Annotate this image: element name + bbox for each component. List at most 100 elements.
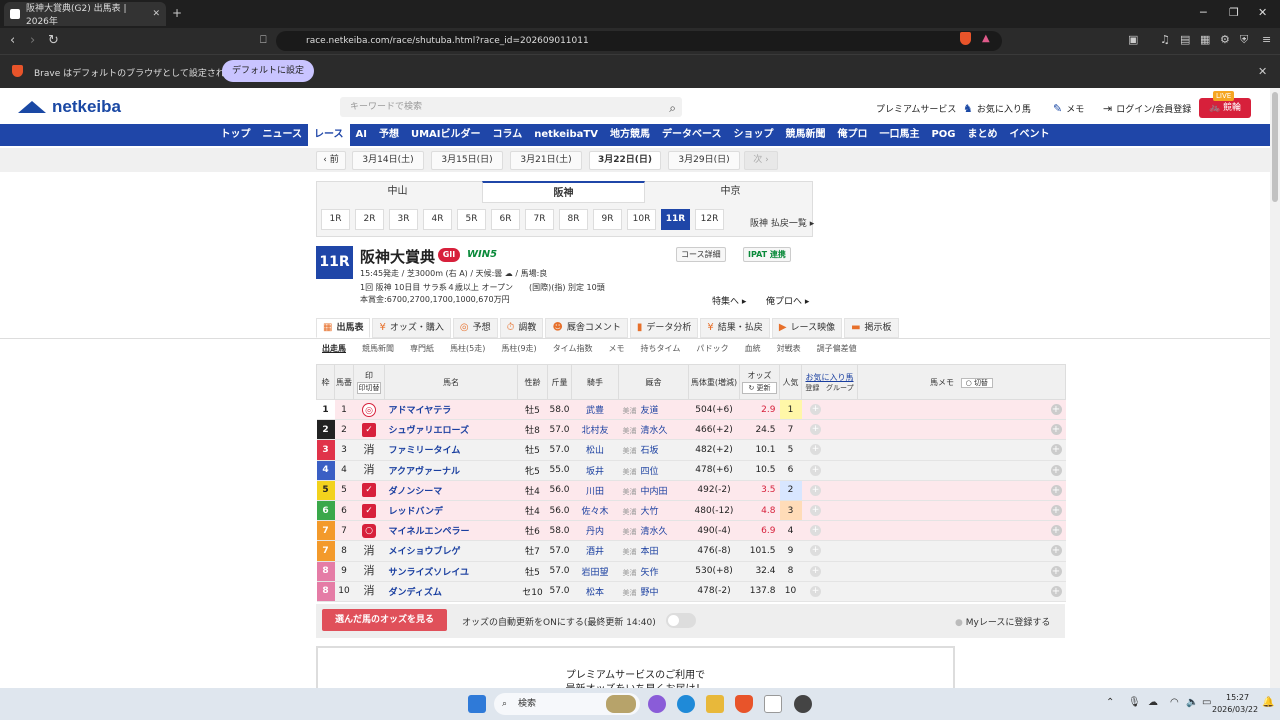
prev-date-button[interactable]: ‹ 前 bbox=[316, 151, 346, 170]
minimize-icon[interactable]: ─ bbox=[1200, 6, 1207, 19]
payout-list-link[interactable]: 阪神 払戻一覧 ▸ bbox=[750, 216, 814, 229]
course-detail-button[interactable]: コース詳細 bbox=[676, 247, 726, 262]
gnav-item[interactable]: 予想 bbox=[373, 124, 405, 146]
memo-cell[interactable]: + bbox=[857, 540, 1066, 562]
gnav-item[interactable]: UMAIビルダー bbox=[405, 124, 487, 146]
sub-tab[interactable]: ◎ 予想 bbox=[452, 318, 498, 338]
gnav-item[interactable]: POG bbox=[925, 124, 961, 146]
col-horse[interactable]: 馬名 bbox=[384, 364, 518, 400]
jockey-link[interactable]: 岩田望 bbox=[571, 561, 619, 582]
mark-chk-icon[interactable]: ✓ bbox=[362, 422, 376, 437]
mark-cell[interactable]: ✓ bbox=[353, 419, 385, 441]
view-tab[interactable]: 血統 bbox=[745, 343, 761, 354]
mark-rnd-icon[interactable]: ○ bbox=[362, 523, 376, 538]
date-tab[interactable]: 3月21日(土) bbox=[510, 151, 582, 170]
new-tab-icon[interactable]: + bbox=[172, 6, 182, 20]
mark-cell[interactable]: ○ bbox=[353, 520, 385, 542]
mark-scr-icon[interactable]: 消 bbox=[362, 564, 376, 578]
add-memo-icon[interactable]: + bbox=[1050, 545, 1062, 557]
forward-icon[interactable]: › bbox=[30, 33, 35, 48]
horse-name-link[interactable]: ファミリータイム bbox=[384, 439, 518, 461]
reader-icon[interactable]: ▤ bbox=[1180, 33, 1190, 46]
col-mark[interactable]: 印印切替 bbox=[353, 364, 385, 400]
mark-cell[interactable]: ✓ bbox=[353, 480, 385, 501]
edge-icon[interactable] bbox=[677, 695, 695, 713]
mark-scr-icon[interactable]: 消 bbox=[362, 463, 376, 477]
jockey-link[interactable]: 川田 bbox=[571, 480, 619, 501]
add-memo-icon[interactable]: + bbox=[1050, 444, 1062, 456]
next-date-button[interactable]: 次 › bbox=[744, 151, 778, 170]
add-favorite-icon[interactable]: + bbox=[810, 585, 821, 597]
wallet-icon[interactable]: ▦ bbox=[1200, 33, 1210, 46]
jockey-link[interactable]: 坂井 bbox=[571, 460, 619, 481]
memo-link[interactable]: ✎ メモ bbox=[1053, 102, 1084, 115]
premium-service-link[interactable]: プレミアムサービス bbox=[876, 102, 956, 115]
brave-shield-icon[interactable] bbox=[960, 32, 971, 45]
horse-name-link[interactable]: ダノンシーマ bbox=[384, 480, 518, 501]
horse-name-link[interactable]: シュヴァリエローズ bbox=[384, 419, 518, 441]
add-favorite-icon[interactable]: + bbox=[810, 444, 821, 456]
favorite-cell[interactable]: + bbox=[801, 399, 830, 421]
jockey-link[interactable]: 佐々木 bbox=[571, 500, 619, 522]
add-memo-icon[interactable]: + bbox=[1050, 525, 1062, 537]
media-icon[interactable]: ♫ bbox=[1160, 33, 1170, 46]
race-tab-10r[interactable]: 10R bbox=[627, 209, 656, 230]
memo-cell[interactable]: + bbox=[857, 480, 1066, 501]
memo-cell[interactable]: + bbox=[857, 460, 1066, 481]
venue-tab-hanshin[interactable]: 阪神 bbox=[482, 181, 645, 203]
add-memo-icon[interactable]: + bbox=[1050, 464, 1062, 476]
view-tab[interactable]: 持ちタイム bbox=[641, 343, 681, 354]
mark-cell[interactable]: 消 bbox=[353, 439, 385, 461]
mark-chk-icon[interactable]: ✓ bbox=[362, 483, 376, 498]
add-favorite-icon[interactable]: + bbox=[810, 424, 821, 436]
horse-name-link[interactable]: サンライズソレイユ bbox=[384, 561, 518, 582]
favorite-cell[interactable]: + bbox=[801, 439, 830, 461]
gnav-item[interactable]: 地方競馬 bbox=[604, 124, 656, 146]
mark-dbl-icon[interactable]: ◎ bbox=[362, 402, 376, 417]
sub-tab[interactable]: ¥ オッズ・購入 bbox=[372, 318, 451, 338]
mark-cell[interactable]: 消 bbox=[353, 581, 385, 602]
race-tab-6r[interactable]: 6R bbox=[491, 209, 520, 230]
mark-chk-icon[interactable]: ✓ bbox=[362, 503, 376, 518]
favorite-cell[interactable]: + bbox=[801, 419, 830, 441]
sub-tab[interactable]: ⏱ 調教 bbox=[499, 318, 544, 338]
browser-tab[interactable]: 阪神大賞典(G2) 出馬表 | 2026年 ✕ bbox=[4, 2, 166, 27]
favorite-horses-link[interactable]: ♞ お気に入り馬 bbox=[963, 102, 1031, 115]
trainer-link[interactable]: 矢作 bbox=[641, 568, 659, 578]
add-favorite-icon[interactable]: + bbox=[810, 525, 821, 537]
mark-cell[interactable]: ◎ bbox=[353, 399, 385, 421]
jockey-link[interactable]: 松本 bbox=[571, 581, 619, 602]
myrace-register-link[interactable]: ● Myレースに登録する bbox=[955, 615, 1050, 628]
window-close-icon[interactable]: ✕ bbox=[1258, 6, 1267, 19]
date-tab[interactable]: 3月15日(日) bbox=[431, 151, 503, 170]
dismiss-bar-icon[interactable]: ✕ bbox=[1258, 65, 1267, 78]
odds-update-button[interactable]: ↻ 更新 bbox=[742, 381, 777, 394]
add-favorite-icon[interactable]: + bbox=[810, 545, 821, 557]
wifi-icon[interactable]: ◠ bbox=[1170, 697, 1179, 708]
horse-name-link[interactable]: メイショウブレゲ bbox=[384, 540, 518, 562]
favorite-cell[interactable]: + bbox=[801, 480, 830, 501]
memo-cell[interactable]: + bbox=[857, 500, 1066, 522]
orepro-link[interactable]: 俺プロへ ▸ bbox=[766, 294, 809, 307]
vpn-icon[interactable]: ⛨ bbox=[1240, 33, 1248, 47]
memo-cell[interactable]: + bbox=[857, 399, 1066, 421]
mark-scr-icon[interactable]: 消 bbox=[362, 544, 376, 558]
add-memo-icon[interactable]: + bbox=[1050, 484, 1062, 496]
scrollbar-thumb[interactable] bbox=[1272, 92, 1278, 202]
mark-cell[interactable]: 消 bbox=[353, 561, 385, 582]
feature-link[interactable]: 特集へ ▸ bbox=[712, 294, 746, 307]
view-tab[interactable]: 馬柱(5走) bbox=[450, 343, 485, 354]
menu-icon[interactable]: ≡ bbox=[1262, 33, 1271, 46]
sub-tab[interactable]: ▦ 出馬表 bbox=[316, 318, 371, 338]
race-tab-9r[interactable]: 9R bbox=[593, 209, 622, 230]
ipat-link-button[interactable]: IPAT 連携 bbox=[743, 247, 791, 262]
gnav-item[interactable]: 競馬新聞 bbox=[779, 124, 831, 146]
horse-name-link[interactable]: アクアヴァーナル bbox=[384, 460, 518, 481]
taskbar-date[interactable]: 2026/03/22 bbox=[1212, 705, 1258, 714]
race-tab-2r[interactable]: 2R bbox=[355, 209, 384, 230]
file-explorer-icon[interactable] bbox=[706, 695, 724, 713]
horse-name-link[interactable]: ダンディズム bbox=[384, 581, 518, 602]
view-selected-odds-button[interactable]: 選んだ馬のオッズを見る bbox=[322, 609, 447, 631]
memo-cell[interactable]: + bbox=[857, 561, 1066, 582]
start-icon[interactable] bbox=[468, 695, 486, 713]
